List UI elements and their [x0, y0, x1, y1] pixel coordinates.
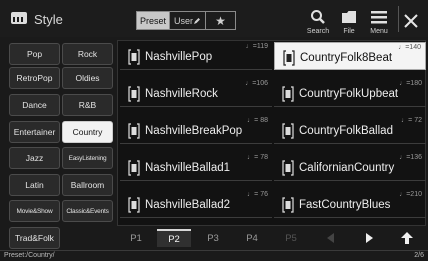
- style-type-icon: [128, 123, 140, 139]
- page-tab-3[interactable]: P3: [196, 229, 230, 247]
- style-name: NashvilleRock: [145, 88, 218, 100]
- title-bar: Style Preset User ★ Search File Menu: [0, 0, 428, 37]
- style-item[interactable]: NashvilleBallad2 ♩= 76: [120, 190, 272, 218]
- category-classic-events[interactable]: Classic&Events: [62, 200, 113, 222]
- style-type-icon: [282, 123, 294, 139]
- page-tab-4[interactable]: P4: [235, 229, 269, 247]
- style-tempo: ♩=106: [245, 80, 268, 87]
- triangle-right-icon: [366, 233, 373, 243]
- arrow-up-icon: [401, 232, 413, 244]
- style-item[interactable]: NashvillePop ♩=119: [120, 42, 272, 70]
- window-title: Style: [34, 12, 63, 27]
- category-pop[interactable]: Pop: [9, 43, 60, 65]
- category-movie-show[interactable]: Movie&Show: [9, 200, 60, 222]
- style-name: CountryFolkUpbeat: [299, 88, 399, 100]
- category-latin[interactable]: Latin: [9, 174, 60, 196]
- category-rnb[interactable]: R&B: [62, 94, 113, 116]
- style-name: NashvillePop: [145, 51, 213, 63]
- style-tempo: ♩= 72: [401, 117, 422, 124]
- style-tempo: ♩= 88: [247, 117, 268, 124]
- title-divider: [398, 6, 399, 32]
- style-type-icon: [128, 197, 140, 213]
- style-item[interactable]: NashvilleBallad1 ♩= 78: [120, 153, 272, 181]
- close-icon[interactable]: [401, 11, 421, 31]
- keyboard-icon: [11, 12, 27, 24]
- next-page-button[interactable]: [351, 229, 387, 247]
- star-icon: ★: [215, 13, 226, 28]
- page-tab-5[interactable]: P5: [274, 229, 308, 247]
- page-bar: P1 P2 P3 P4 P5: [117, 227, 426, 248]
- page-tab-1[interactable]: P1: [119, 229, 153, 247]
- style-name: CalifornianCountry: [299, 162, 395, 174]
- current-path: Preset:/Country/: [4, 252, 55, 259]
- style-item[interactable]: CountryFolkBallad ♩= 72: [274, 116, 426, 144]
- style-list: NashvillePop ♩=119 NashvilleRock ♩=106 N…: [117, 40, 426, 226]
- style-tempo: ♩=119: [245, 43, 268, 50]
- style-name: NashvilleBreakPop: [145, 125, 243, 137]
- category-rock[interactable]: Rock: [62, 43, 113, 65]
- style-tempo: ♩=136: [399, 154, 422, 161]
- style-item[interactable]: NashvilleBreakPop ♩= 88: [120, 116, 272, 144]
- style-type-icon: [128, 160, 140, 176]
- pencil-icon: [194, 17, 200, 24]
- style-tempo: ♩=180: [399, 80, 422, 87]
- search-icon: [311, 10, 325, 24]
- style-name: FastCountryBlues: [299, 199, 391, 211]
- style-tempo: ♩=210: [399, 191, 422, 198]
- category-easylistening[interactable]: EasyListening: [62, 147, 113, 169]
- tab-preset[interactable]: Preset: [137, 12, 169, 29]
- style-type-icon: [283, 50, 295, 66]
- status-bar: Preset:/Country/ 2/6: [0, 250, 428, 261]
- style-item[interactable]: CountryFolkUpbeat ♩=180: [274, 79, 426, 107]
- triangle-left-icon: [327, 233, 334, 243]
- style-item-selected[interactable]: CountryFolk8Beat ♩=140: [274, 42, 426, 70]
- style-type-icon: [282, 86, 294, 102]
- category-trad-folk[interactable]: Trad&Folk: [9, 227, 60, 249]
- style-item[interactable]: FastCountryBlues ♩=210: [274, 190, 426, 218]
- style-name: NashvilleBallad2: [145, 199, 231, 211]
- menu-label: Menu: [370, 28, 388, 35]
- style-type-icon: [282, 197, 294, 213]
- page-indicator: 2/6: [414, 252, 424, 259]
- style-type-icon: [282, 160, 294, 176]
- tab-user-label: User: [173, 15, 193, 26]
- category-entertainer[interactable]: Entertainer: [9, 121, 60, 143]
- style-type-icon: [128, 86, 140, 102]
- category-retropop[interactable]: RetroPop: [9, 67, 60, 89]
- bank-tabs: Preset User ★: [136, 11, 236, 30]
- category-ballroom[interactable]: Ballroom: [62, 174, 113, 196]
- file-button[interactable]: File: [335, 9, 363, 35]
- style-name: NashvilleBallad1: [145, 162, 231, 174]
- search-label: Search: [306, 28, 330, 35]
- search-button[interactable]: Search: [304, 9, 332, 35]
- style-name: CountryFolk8Beat: [300, 52, 393, 64]
- style-item[interactable]: NashvilleRock ♩=106: [120, 79, 272, 107]
- folder-icon: [342, 11, 356, 23]
- style-name: CountryFolkBallad: [299, 125, 393, 137]
- tab-user[interactable]: User: [169, 12, 205, 29]
- style-tempo: ♩=140: [398, 44, 421, 51]
- category-jazz[interactable]: Jazz: [9, 147, 60, 169]
- previous-page-button[interactable]: [313, 229, 349, 247]
- style-type-icon: [128, 49, 140, 65]
- tab-favorite[interactable]: ★: [205, 12, 235, 29]
- style-tempo: ♩= 78: [247, 154, 268, 161]
- file-label: File: [343, 28, 355, 35]
- up-folder-button[interactable]: [389, 229, 425, 247]
- menu-button[interactable]: Menu: [365, 9, 393, 35]
- category-oldies[interactable]: Oldies: [62, 67, 113, 89]
- style-item[interactable]: CalifornianCountry ♩=136: [274, 153, 426, 181]
- category-country[interactable]: Country: [62, 121, 113, 143]
- page-tab-2[interactable]: P2: [157, 229, 191, 247]
- menu-icon: [371, 11, 387, 24]
- category-dance[interactable]: Dance: [9, 94, 60, 116]
- style-tempo: ♩= 76: [247, 191, 268, 198]
